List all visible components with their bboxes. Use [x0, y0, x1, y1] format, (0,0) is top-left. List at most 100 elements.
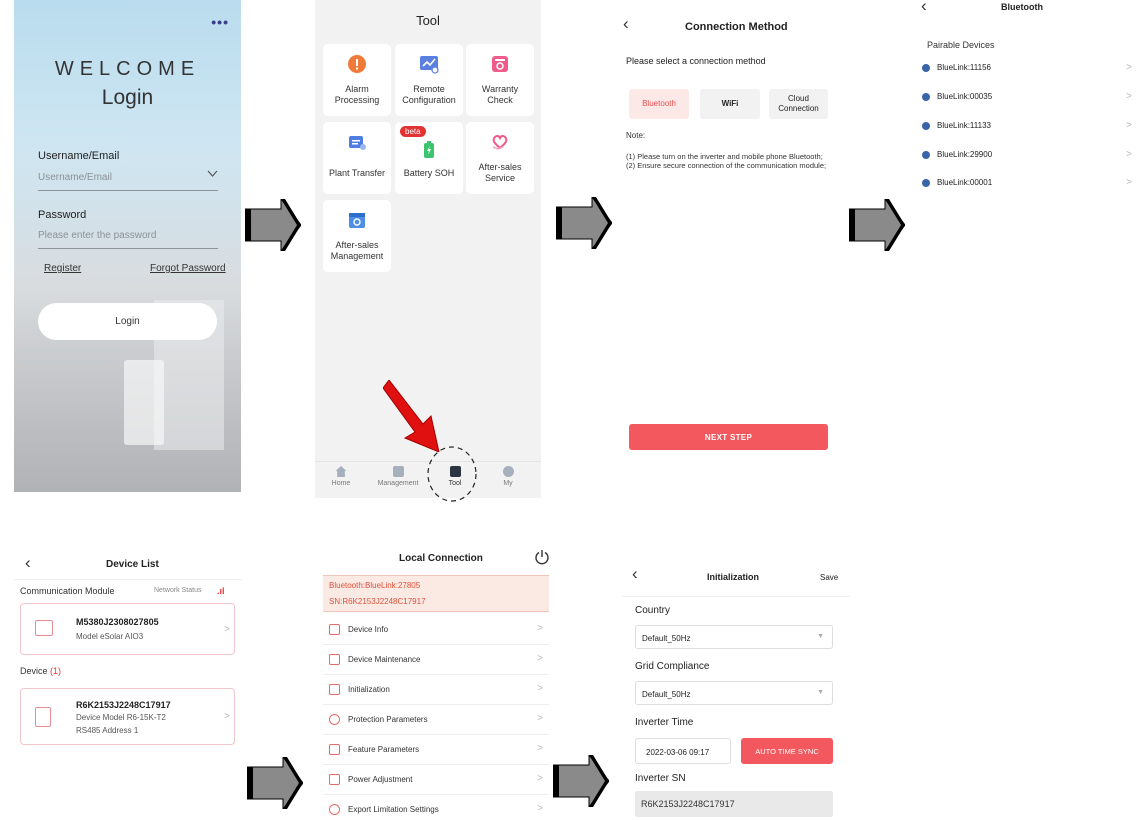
password-input[interactable]: Please enter the password — [38, 230, 218, 249]
device-sn: R6K2153J2248C17917 — [76, 700, 171, 710]
device-card[interactable]: R6K2153J2248C17917 Device Model R6-15K-T… — [20, 688, 235, 745]
chevron-right-icon: > — [537, 773, 543, 784]
module-icon — [35, 620, 53, 636]
page-title: Device List — [106, 559, 159, 570]
feature-parameters-icon — [329, 744, 340, 755]
tile-after-sales-service[interactable]: After-sales Service — [466, 122, 534, 194]
local-connection-screen: Local Connection Bluetooth:BlueLink:2780… — [316, 545, 556, 820]
menu-label: Initialization — [348, 685, 390, 694]
tile-battery-soh[interactable]: beta Battery SOH — [395, 122, 463, 194]
menu-item-initialization[interactable]: Initialization > — [323, 675, 549, 705]
power-icon[interactable] — [534, 549, 550, 568]
header-divider — [622, 596, 850, 597]
menu-label: Power Adjustment — [348, 775, 413, 784]
chevron-right-icon: > — [224, 711, 230, 722]
menu-item-protection-parameters[interactable]: Protection Parameters > — [323, 705, 549, 735]
grid-compliance-value: Default_50Hz — [642, 690, 691, 699]
save-button[interactable]: Save — [820, 573, 838, 582]
tile-warranty-check[interactable]: Warranty Check — [466, 44, 534, 116]
dashed-highlight-circle — [426, 445, 478, 503]
warranty-icon — [490, 54, 510, 74]
grid-compliance-label: Grid Compliance — [635, 661, 710, 672]
page-title: Bluetooth — [1001, 2, 1043, 12]
device-count: (1) — [50, 666, 62, 676]
next-step-button[interactable]: NEXT STEP — [629, 424, 828, 450]
note-line: (1) Please turn on the inverter and mobi… — [626, 152, 823, 161]
device-label: Device — [20, 666, 48, 676]
country-value: Default_50Hz — [642, 634, 691, 643]
country-select[interactable]: Default_50Hz ▼ — [635, 625, 833, 649]
bluetooth-option-button[interactable]: Bluetooth — [629, 89, 689, 119]
grid-compliance-select[interactable]: Default_50Hz ▼ — [635, 681, 833, 705]
protection-icon — [329, 714, 340, 725]
maintenance-icon — [329, 654, 340, 665]
username-input[interactable]: Username/Email — [38, 170, 218, 191]
flow-arrow-right-icon — [556, 197, 612, 249]
bluetooth-device-row[interactable]: BlueLink:29900 > — [922, 149, 1132, 166]
alarm-icon — [347, 54, 367, 74]
tile-remote-configuration[interactable]: Remote Configuration — [395, 44, 463, 116]
register-link[interactable]: Register — [44, 263, 81, 274]
chevron-right-icon: > — [537, 743, 543, 754]
wifi-option-button[interactable]: WiFi — [700, 89, 760, 119]
management-icon — [347, 210, 367, 230]
tile-alarm-processing[interactable]: Alarm Processing — [323, 44, 391, 116]
menu-item-power-adjustment[interactable]: Power Adjustment > — [323, 765, 549, 795]
bluetooth-icon — [922, 122, 930, 130]
network-offline-icon: .ıl — [217, 586, 225, 596]
chevron-down-icon[interactable] — [207, 170, 218, 181]
username-label: Username/Email — [38, 150, 120, 162]
menu-item-feature-parameters[interactable]: Feature Parameters > — [323, 735, 549, 765]
home-icon — [335, 466, 347, 477]
connection-prompt: Please select a connection method — [626, 56, 766, 66]
network-status-label: Network Status — [154, 587, 202, 594]
menu-label: Export Limitation Settings — [348, 805, 439, 814]
back-icon[interactable]: ‹ — [921, 0, 927, 16]
chevron-right-icon: > — [537, 713, 543, 724]
tile-label: Remote Configuration — [402, 84, 456, 105]
cloud-option-button[interactable]: Cloud Connection — [769, 89, 828, 119]
power-adjustment-icon — [329, 774, 340, 785]
module-sn: M5380J2308027805 — [76, 617, 159, 627]
tab-my[interactable]: My — [483, 466, 533, 487]
menu-item-device-maintenance[interactable]: Device Maintenance > — [323, 645, 549, 675]
connection-method-screen: ‹ Connection Method Please select a conn… — [613, 0, 842, 498]
tab-management[interactable]: Management — [373, 466, 423, 487]
back-icon[interactable]: ‹ — [632, 564, 638, 584]
inverter-time-field[interactable]: 2022-03-06 09:17 — [635, 738, 731, 764]
back-icon[interactable]: ‹ — [25, 553, 31, 573]
chevron-right-icon: > — [1126, 177, 1132, 188]
password-placeholder: Please enter the password — [38, 230, 157, 241]
bluetooth-icon — [922, 64, 930, 72]
tile-after-sales-management[interactable]: After-sales Management — [323, 200, 391, 272]
chevron-right-icon: > — [1126, 62, 1132, 73]
tab-home[interactable]: Home — [316, 466, 366, 487]
inverter-sn-field: R6K2153J2248C17917 — [635, 791, 833, 817]
back-icon[interactable]: ‹ — [623, 14, 629, 34]
flow-arrow-right-icon — [553, 755, 609, 807]
login-button[interactable]: Login — [38, 303, 217, 340]
note-body: (1) Please turn on the inverter and mobi… — [626, 152, 831, 170]
bluetooth-device-row[interactable]: BlueLink:00035 > — [922, 91, 1132, 108]
menu-label: Device Info — [348, 625, 389, 634]
note-line: (2) Ensure secure connection of the comm… — [626, 161, 827, 170]
flow-arrow-right-icon — [849, 199, 905, 251]
management-tab-icon — [392, 466, 404, 477]
device-address: RS485 Address 1 — [76, 726, 139, 735]
menu-item-export-limitation[interactable]: Export Limitation Settings > — [323, 795, 549, 820]
tile-label: After-sales Service — [478, 162, 522, 183]
bluetooth-device-row[interactable]: BlueLink:11156 > — [922, 62, 1132, 79]
chevron-right-icon: > — [1126, 120, 1132, 131]
tile-plant-transfer[interactable]: Plant Transfer — [323, 122, 391, 194]
more-options-icon[interactable]: ••• — [211, 14, 229, 30]
bluetooth-device-row[interactable]: BlueLink:00001 > — [922, 177, 1132, 194]
forgot-password-link[interactable]: Forgot Password — [150, 263, 226, 274]
menu-item-device-info[interactable]: Device Info > — [323, 615, 549, 645]
bluetooth-device-row[interactable]: BlueLink:11133 > — [922, 120, 1132, 137]
communication-module-card[interactable]: M5380J2308027805 Model eSolar AIO3 > — [20, 603, 235, 655]
username-placeholder: Username/Email — [38, 172, 112, 183]
device-list-screen: ‹ Device List Communication Module Netwo… — [14, 545, 242, 745]
page-title: Initialization — [707, 572, 760, 582]
inverter-time-label: Inverter Time — [635, 717, 694, 728]
auto-time-sync-button[interactable]: AUTO TIME SYNC — [741, 738, 833, 764]
